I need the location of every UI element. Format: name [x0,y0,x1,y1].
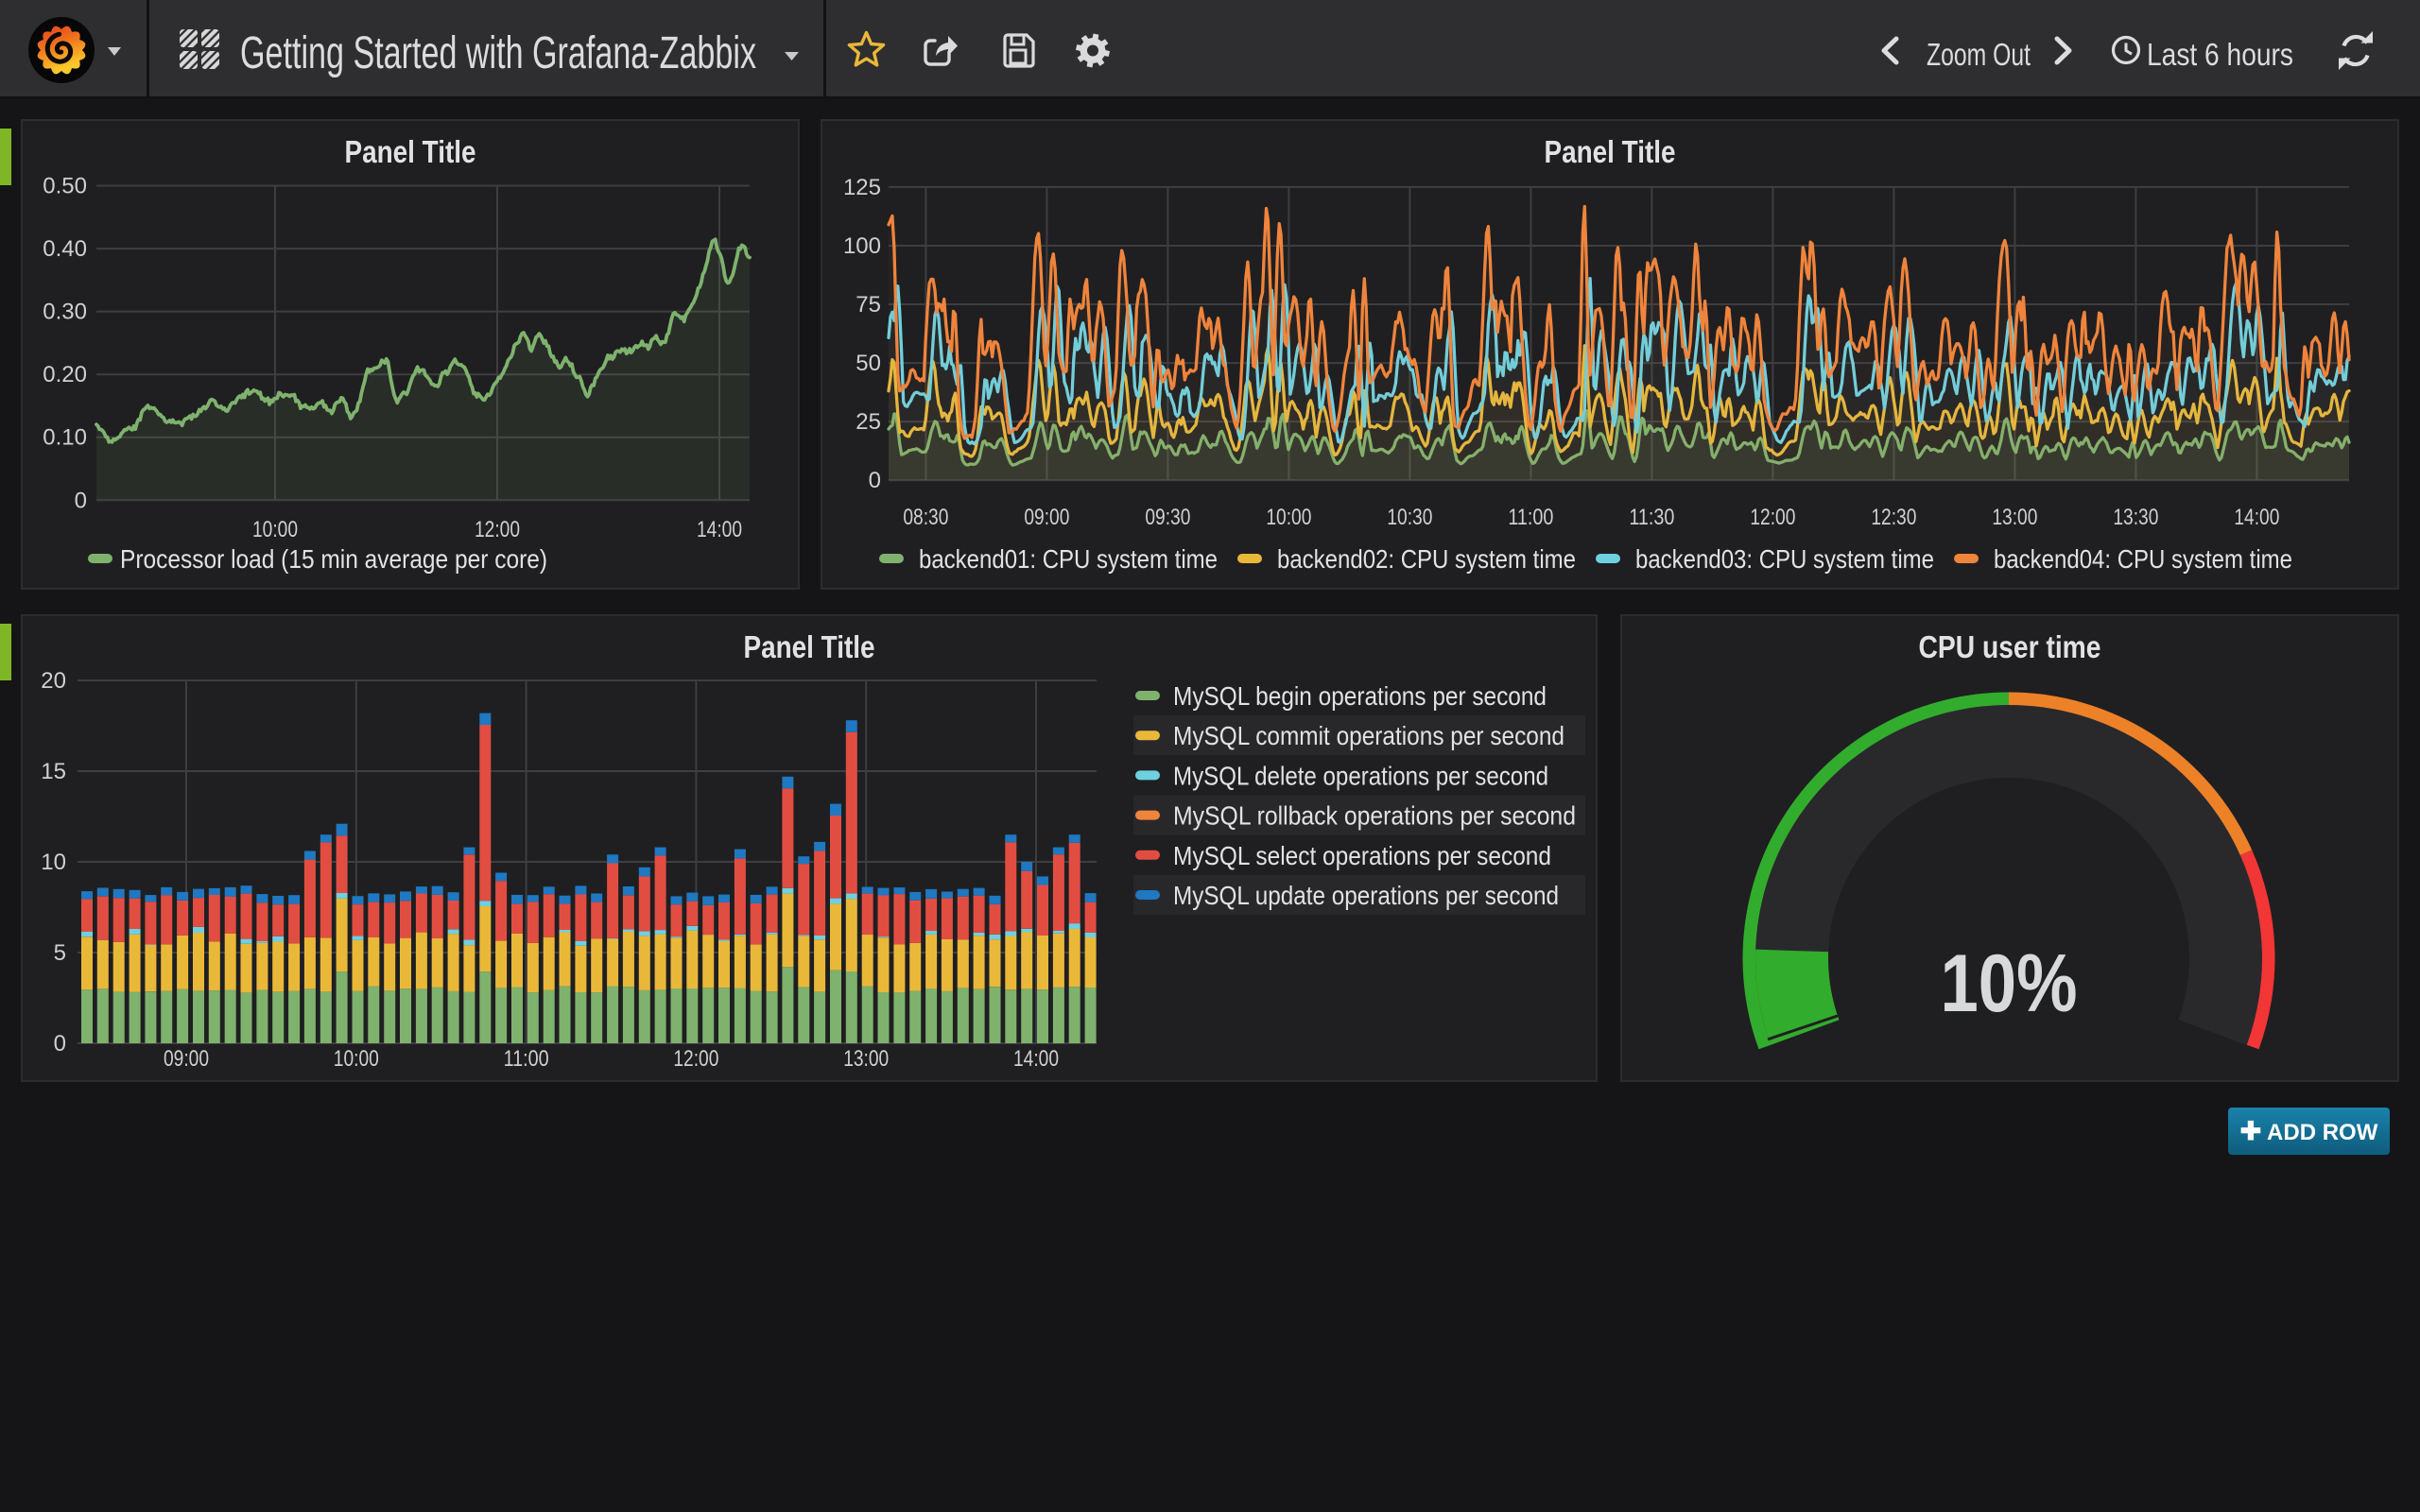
svg-text:0: 0 [75,488,87,513]
svg-text:backend01: CPU system time: backend01: CPU system time [919,544,1218,574]
svg-text:14:00: 14:00 [2234,505,2279,530]
svg-text:10:00: 10:00 [334,1046,379,1072]
svg-text:0: 0 [54,1031,66,1057]
svg-text:75: 75 [856,292,881,318]
svg-text:12:00: 12:00 [475,517,520,542]
svg-text:125: 125 [843,175,881,200]
svg-text:12:30: 12:30 [1871,505,1916,530]
svg-text:09:00: 09:00 [1024,505,1069,530]
svg-text:100: 100 [843,233,881,259]
svg-text:0.20: 0.20 [43,362,87,387]
svg-text:50: 50 [856,351,881,376]
svg-text:5: 5 [54,940,66,966]
svg-text:10: 10 [41,850,66,875]
svg-text:0.10: 0.10 [43,425,87,451]
svg-text:0.50: 0.50 [43,174,87,199]
svg-text:MySQL select operations per se: MySQL select operations per second [1173,841,1551,870]
svg-text:08:30: 08:30 [903,505,948,530]
svg-text:12:00: 12:00 [1750,505,1795,530]
svg-text:backend03: CPU system time: backend03: CPU system time [1635,544,1934,574]
svg-text:09:30: 09:30 [1145,505,1190,530]
svg-text:backend02: CPU system time: backend02: CPU system time [1277,544,1576,574]
svg-text:13:00: 13:00 [1992,505,2037,530]
svg-text:11:00: 11:00 [1508,505,1553,530]
svg-text:25: 25 [856,409,881,435]
svg-text:MySQL rollback operations per: MySQL rollback operations per second [1173,801,1576,831]
svg-text:14:00: 14:00 [697,517,742,542]
svg-text:MySQL begin operations per sec: MySQL begin operations per second [1173,681,1547,711]
svg-text:12:00: 12:00 [673,1046,718,1072]
svg-text:11:00: 11:00 [504,1046,549,1072]
svg-text:CPU user time: CPU user time [1919,629,2101,664]
svg-text:11:30: 11:30 [1629,505,1674,530]
svg-text:13:00: 13:00 [843,1046,889,1072]
svg-text:Zoom Out: Zoom Out [1927,37,2031,72]
svg-text:10%: 10% [1941,938,2078,1029]
svg-text:10:00: 10:00 [252,517,298,542]
svg-text:20: 20 [41,668,66,694]
svg-text:backend04: CPU system time: backend04: CPU system time [1994,544,2292,574]
svg-text:13:30: 13:30 [2113,505,2158,530]
svg-text:10:30: 10:30 [1387,505,1432,530]
svg-text:10:00: 10:00 [1266,505,1311,530]
svg-text:MySQL delete operations per se: MySQL delete operations per second [1173,761,1548,790]
svg-text:14:00: 14:00 [1013,1046,1059,1072]
svg-text:0: 0 [869,468,881,493]
svg-text:Panel Title: Panel Title [1545,134,1676,169]
svg-text:Last 6 hours: Last 6 hours [2147,37,2293,72]
svg-text:Panel Title: Panel Title [744,629,875,664]
svg-text:Processor load (15 min average: Processor load (15 min average per core) [120,544,547,574]
svg-text:15: 15 [41,759,66,784]
svg-text:Panel Title: Panel Title [345,134,476,169]
svg-text:Getting Started with Grafana-Z: Getting Started with Grafana-Zabbix [240,28,756,78]
svg-text:09:00: 09:00 [164,1046,209,1072]
svg-text:MySQL commit operations per se: MySQL commit operations per second [1173,721,1564,750]
svg-text:MySQL update operations per se: MySQL update operations per second [1173,881,1559,910]
svg-text:0.30: 0.30 [43,300,87,325]
svg-text:0.40: 0.40 [43,236,87,262]
